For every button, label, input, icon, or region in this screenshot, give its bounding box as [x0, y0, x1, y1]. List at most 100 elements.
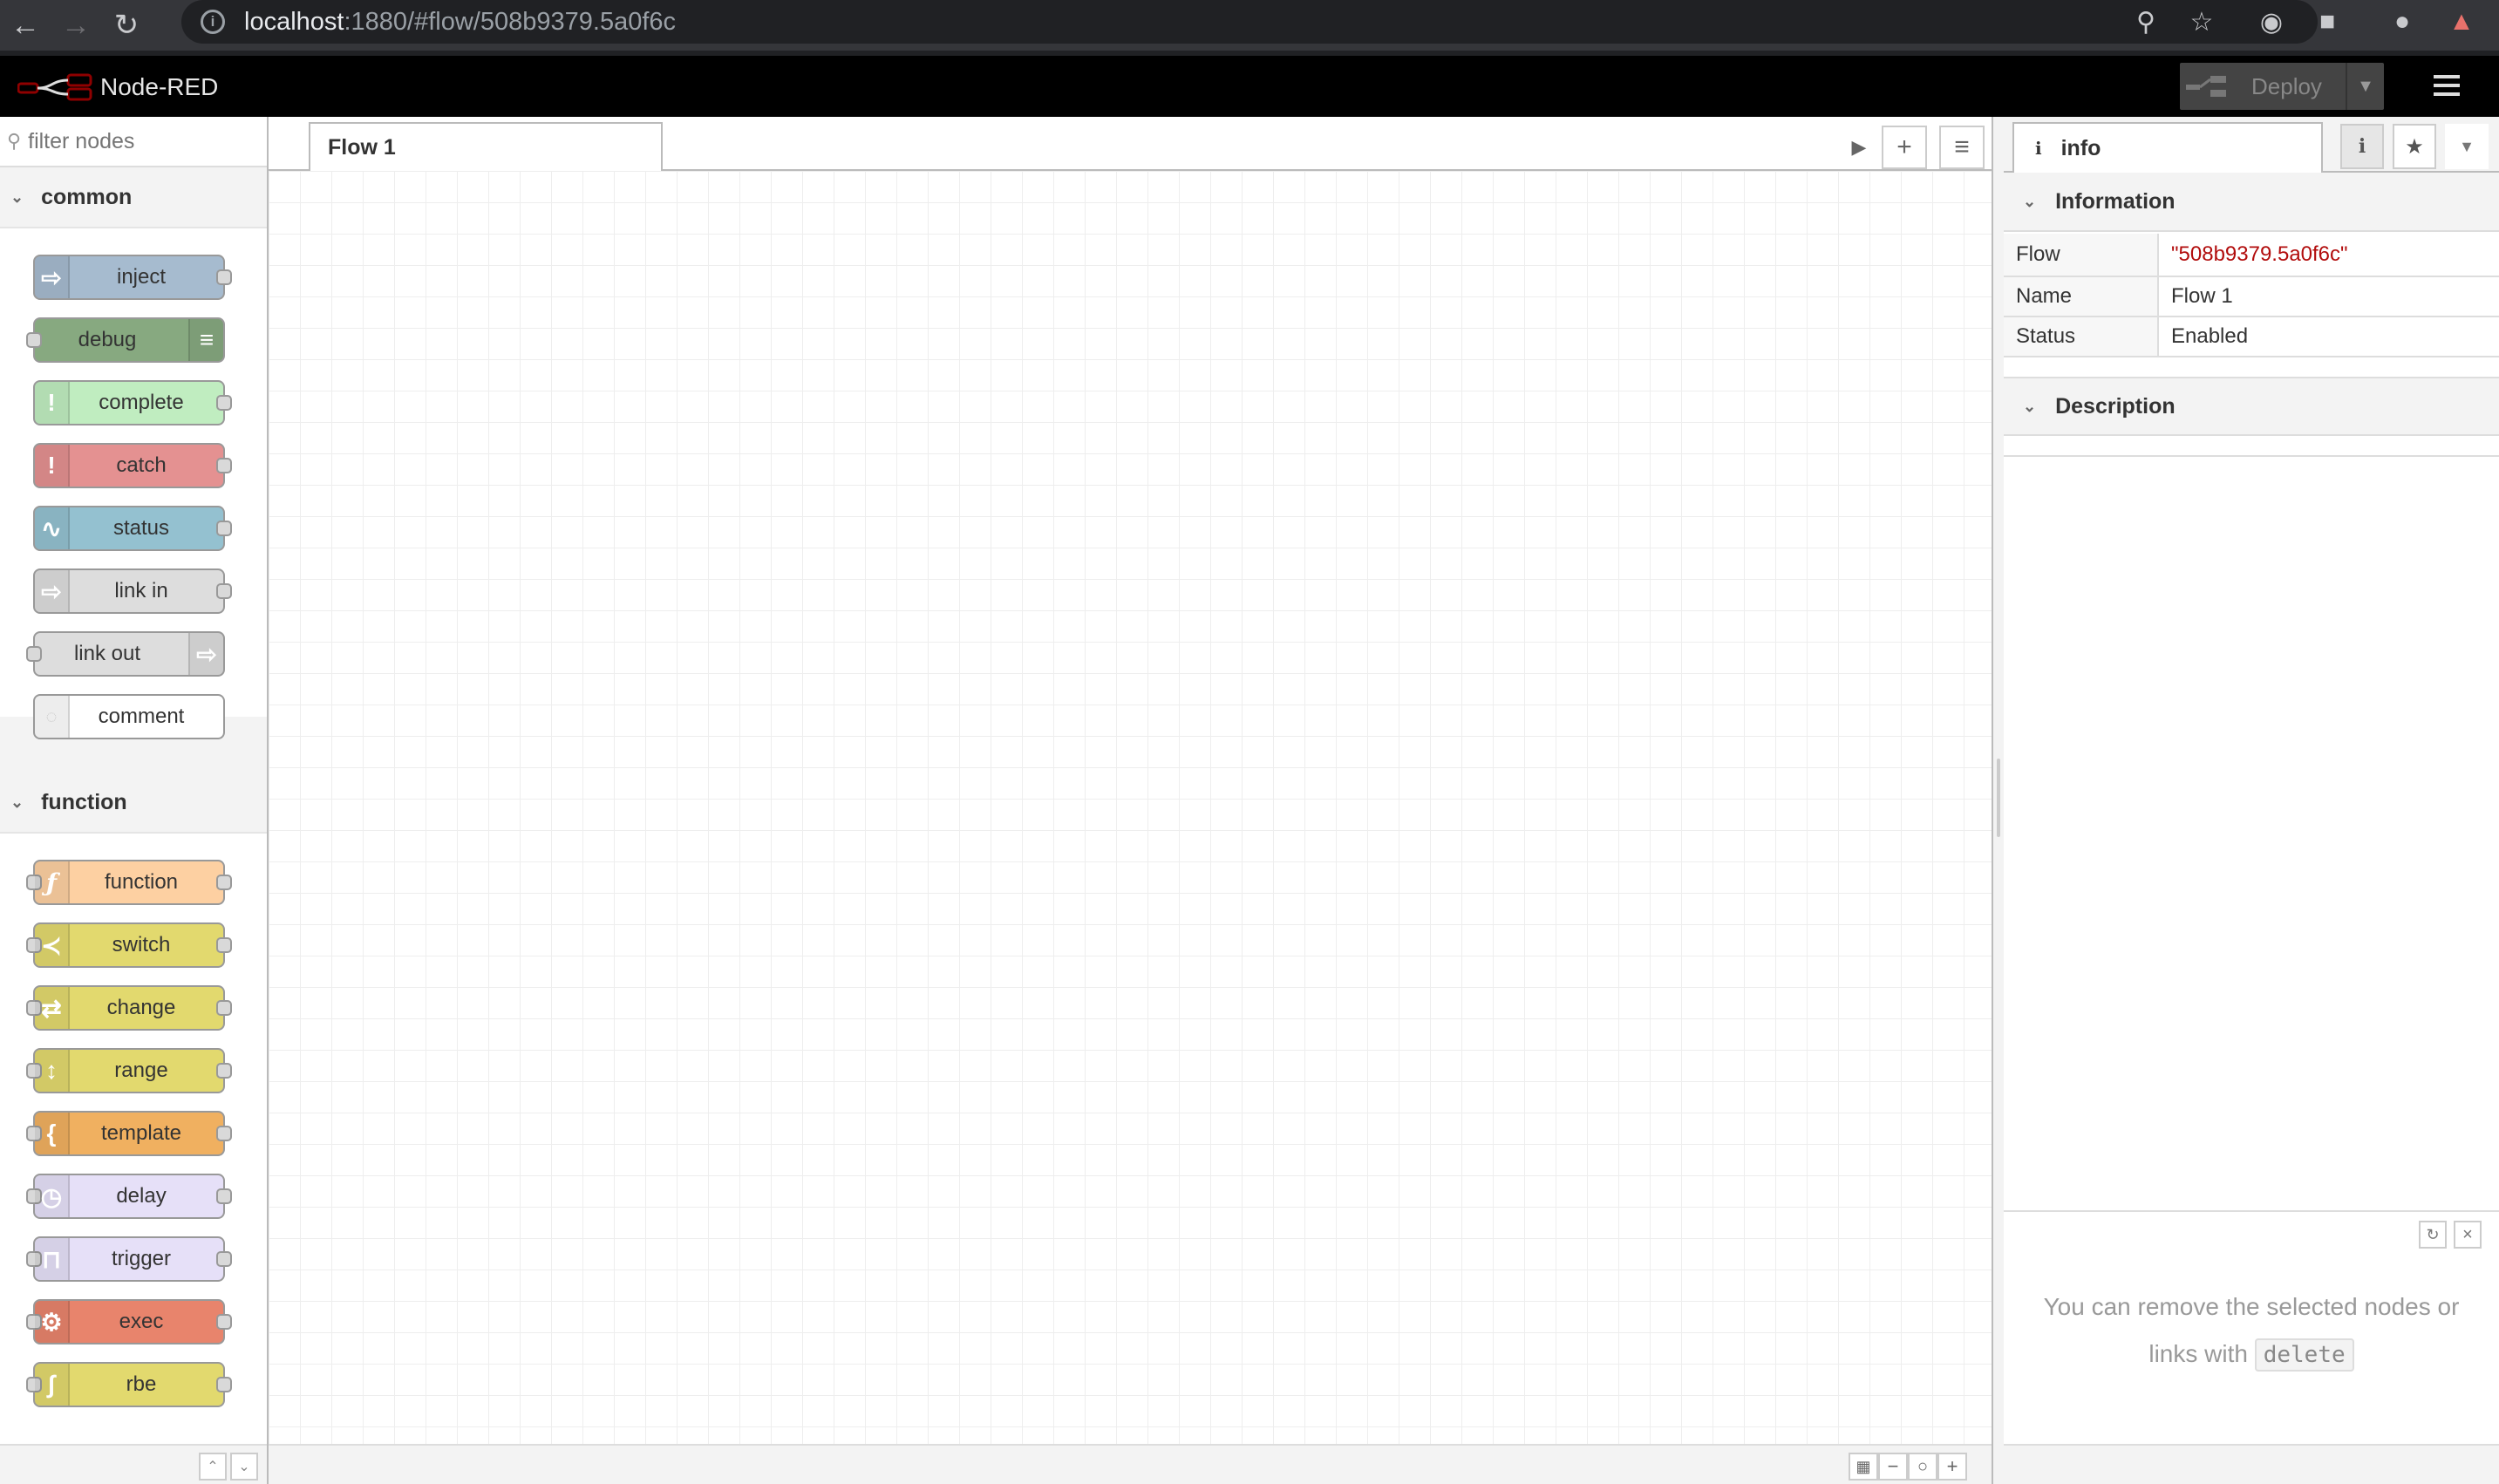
- trigger-icon: ⊓: [35, 1238, 70, 1280]
- description-divider: [2004, 455, 2499, 457]
- tab-flow-1[interactable]: Flow 1: [309, 122, 663, 173]
- palette-node-status[interactable]: ∿ status: [33, 506, 232, 551]
- category-header-common[interactable]: ⌄ common: [0, 167, 267, 228]
- extension-icon[interactable]: ◉: [2250, 0, 2293, 44]
- information-section-header[interactable]: ⌄ Information: [2004, 173, 2499, 232]
- reload-icon[interactable]: ↻: [101, 0, 152, 51]
- category-body-common: ⇨ inject debug ≡ ! complete ! catch ∿ st…: [0, 228, 267, 739]
- node-label: range: [114, 1059, 168, 1082]
- output-port[interactable]: [216, 395, 232, 411]
- description-section-header[interactable]: ⌄ Description: [2004, 377, 2499, 436]
- tab-scroll-right-icon[interactable]: ▶: [1836, 126, 1882, 169]
- property-value: Flow 1: [2171, 284, 2233, 308]
- palette-node-comment[interactable]: ◌ comment: [33, 694, 225, 739]
- input-port[interactable]: [26, 332, 42, 348]
- palette-node-range[interactable]: ↕ range: [26, 1048, 232, 1093]
- sidebar-tab-bar: i info i ★ ▼: [2004, 117, 2499, 174]
- palette-node-delay[interactable]: ◷ delay: [26, 1174, 232, 1219]
- search-icon: ⚲: [7, 130, 22, 152]
- output-port[interactable]: [216, 1188, 232, 1204]
- info-tab-button-icon[interactable]: i: [2340, 124, 2384, 169]
- palette-node-catch[interactable]: ! catch: [33, 443, 232, 488]
- sidebar-tab-info[interactable]: i info: [2012, 122, 2323, 174]
- zoom-reset-icon[interactable]: ○: [1908, 1453, 1937, 1481]
- property-key: Name: [2004, 277, 2159, 316]
- update-icon[interactable]: ▲: [2440, 0, 2483, 44]
- range-icon: ↕: [35, 1050, 70, 1092]
- add-flow-plus-icon[interactable]: +: [1882, 126, 1927, 169]
- help-tip-text: You can remove the selected nodes or lin…: [2021, 1283, 2482, 1378]
- output-port[interactable]: [216, 458, 232, 473]
- node-label: debug: [78, 328, 137, 351]
- palette-node-switch[interactable]: ≺ switch: [26, 922, 232, 968]
- zoom-out-icon[interactable]: −: [1878, 1453, 1908, 1481]
- deploy-dropdown-caret-icon[interactable]: ▼: [2346, 63, 2384, 110]
- output-port[interactable]: [216, 1000, 232, 1016]
- output-port[interactable]: [216, 875, 232, 890]
- node-red-logo: [17, 73, 92, 101]
- chevron-down-icon: ⌄: [2023, 397, 2037, 415]
- chevron-down-icon: ⌄: [2023, 192, 2037, 210]
- output-port[interactable]: [216, 1377, 232, 1392]
- profile-icon[interactable]: ●: [2380, 0, 2424, 44]
- palette-node-debug[interactable]: debug ≡: [26, 317, 225, 363]
- sidebar-footer: [2004, 1444, 2499, 1484]
- output-port[interactable]: [216, 937, 232, 953]
- palette-node-function[interactable]: ƒ function: [26, 860, 232, 905]
- close-tip-icon[interactable]: ×: [2454, 1221, 2482, 1249]
- bookmark-star-icon[interactable]: ☆: [2180, 0, 2223, 44]
- app-title: Node-RED: [100, 73, 219, 100]
- splitter-grip[interactable]: [1997, 759, 2000, 837]
- rbe-icon: ∫: [35, 1364, 70, 1406]
- workspace-tab-bar: Flow 1 ▶ + ≡: [269, 117, 1992, 173]
- palette-node-rbe[interactable]: ∫ rbe: [26, 1362, 232, 1407]
- zoom-icon[interactable]: ⚲: [2124, 0, 2168, 44]
- chevron-down-icon: ⌄: [10, 793, 24, 811]
- palette-node-trigger[interactable]: ⊓ trigger: [26, 1236, 232, 1282]
- address-bar[interactable]: i localhost:1880/#flow/508b9379.5a0f6c: [181, 0, 2318, 44]
- output-port[interactable]: [216, 1126, 232, 1141]
- filter-nodes-input[interactable]: [28, 128, 255, 154]
- flow-canvas[interactable]: [269, 171, 1992, 1444]
- output-port[interactable]: [216, 269, 232, 285]
- property-row-flow: Flow "508b9379.5a0f6c": [2004, 234, 2499, 277]
- input-port[interactable]: [26, 646, 42, 662]
- cog-icon: ⚙: [35, 1301, 70, 1343]
- sidebar-menu-caret-icon[interactable]: ▼: [2445, 124, 2489, 169]
- navigator-map-icon[interactable]: ▦: [1849, 1453, 1878, 1481]
- palette-node-link-in[interactable]: ⇨ link in: [33, 568, 232, 614]
- property-value: Enabled: [2171, 324, 2249, 348]
- palette-node-inject[interactable]: ⇨ inject: [33, 255, 232, 300]
- property-key: Flow: [2004, 234, 2159, 276]
- shuffle-icon: ⇄: [35, 987, 70, 1029]
- forward-arrow-icon[interactable]: →: [51, 0, 101, 51]
- debug-bug-icon[interactable]: ★: [2393, 124, 2436, 169]
- url-host: localhost: [244, 7, 344, 36]
- zoom-in-icon[interactable]: +: [1937, 1453, 1967, 1481]
- pulse-icon: ∿: [35, 507, 70, 549]
- flow-list-icon[interactable]: ≡: [1939, 126, 1985, 169]
- collapse-all-icon[interactable]: ⌃: [199, 1453, 227, 1481]
- node-label: inject: [116, 265, 167, 289]
- sidebar-splitter[interactable]: [1992, 117, 2004, 1484]
- palette-node-link-out[interactable]: link out ⇨: [26, 631, 225, 677]
- palette-node-change[interactable]: ⇄ change: [26, 985, 232, 1031]
- output-port[interactable]: [216, 521, 232, 536]
- output-port[interactable]: [216, 1251, 232, 1267]
- output-port[interactable]: [216, 1063, 232, 1079]
- back-arrow-icon[interactable]: ←: [0, 0, 51, 51]
- palette-node-exec[interactable]: ⚙ exec: [26, 1299, 232, 1344]
- extension-2-icon[interactable]: ■: [2305, 0, 2349, 44]
- refresh-tip-icon[interactable]: ↻: [2419, 1221, 2447, 1249]
- palette-node-complete[interactable]: ! complete: [33, 380, 232, 425]
- palette-node-template[interactable]: { template: [26, 1111, 232, 1156]
- expand-all-icon[interactable]: ⌄: [230, 1453, 258, 1481]
- main-menu-hamburger-icon[interactable]: [2429, 70, 2464, 105]
- output-port[interactable]: [216, 583, 232, 599]
- deploy-button[interactable]: Deploy ▼: [2180, 63, 2384, 110]
- output-port[interactable]: [216, 1314, 232, 1330]
- node-palette: ⚲ ⌄ common ⇨ inject debug ≡ ! complete !…: [0, 117, 269, 1484]
- site-info-icon[interactable]: i: [201, 10, 225, 34]
- category-header-function[interactable]: ⌄ function: [0, 773, 267, 834]
- delete-key-hint: delete: [2254, 1338, 2354, 1372]
